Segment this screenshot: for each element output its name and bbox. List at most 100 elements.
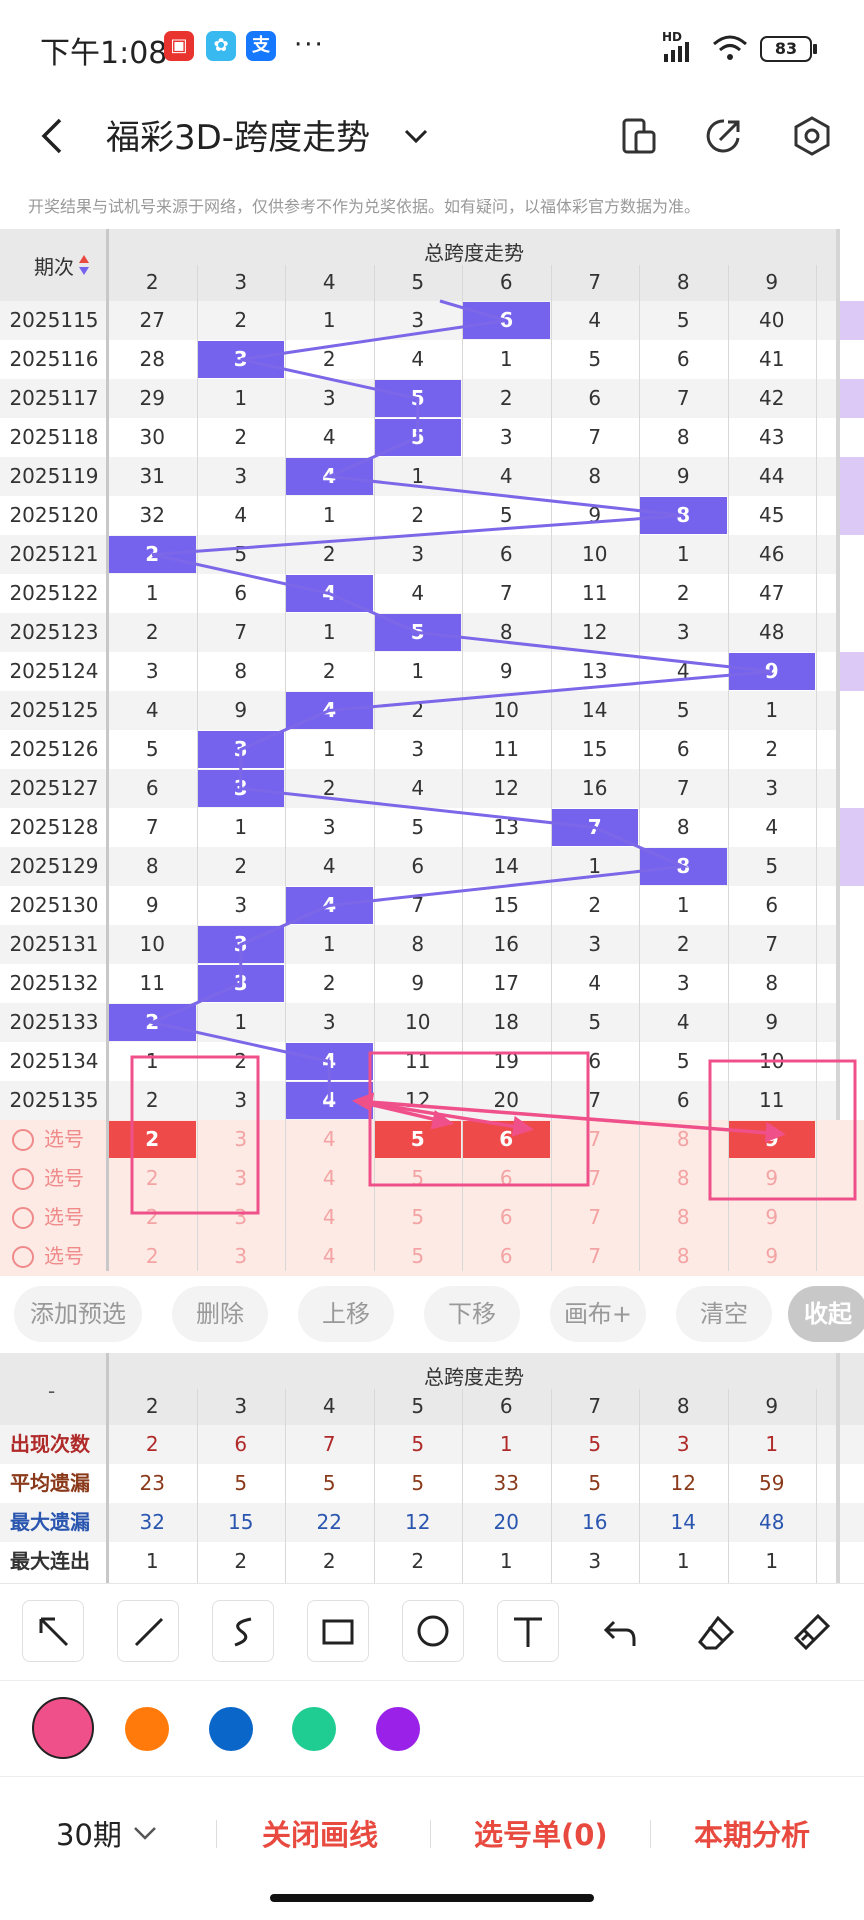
omission-cell[interactable]: 28: [109, 341, 196, 378]
omission-cell[interactable]: 8: [640, 809, 727, 846]
omission-cell[interactable]: 6: [375, 848, 462, 885]
omission-cell[interactable]: 6: [463, 536, 550, 573]
omission-cell[interactable]: 3: [286, 380, 373, 417]
swatch-blue[interactable]: [209, 1707, 253, 1751]
omission-cell[interactable]: 5: [552, 1004, 639, 1041]
omission-cell[interactable]: 19: [463, 1043, 550, 1080]
hit-cell[interactable]: 6: [463, 302, 550, 339]
omission-cell[interactable]: 2: [375, 497, 462, 534]
omission-cell[interactable]: 4: [640, 1004, 727, 1041]
pick-cell[interactable]: 6: [463, 1199, 550, 1236]
pick-cell[interactable]: 5: [375, 1238, 462, 1275]
pick-radio-icon[interactable]: [12, 1246, 34, 1268]
omission-cell[interactable]: 10: [552, 536, 639, 573]
page-title[interactable]: 福彩3D-跨度走势: [106, 110, 370, 159]
omission-cell[interactable]: 8: [640, 419, 727, 456]
omission-cell[interactable]: 9: [375, 965, 462, 1002]
omission-cell[interactable]: 1: [109, 575, 196, 612]
omission-cell[interactable]: 8: [109, 848, 196, 885]
omission-cell[interactable]: 14: [463, 848, 550, 885]
omission-cell[interactable]: 48: [729, 614, 816, 651]
omission-cell[interactable]: 45: [729, 497, 816, 534]
hit-cell[interactable]: 9: [728, 653, 815, 690]
omission-cell[interactable]: 1: [640, 887, 727, 924]
pick-cell[interactable]: 5: [375, 1199, 462, 1236]
omission-cell[interactable]: 3: [198, 458, 285, 495]
hit-cell[interactable]: 7: [551, 809, 638, 846]
omission-cell[interactable]: 47: [729, 575, 816, 612]
settings-icon[interactable]: [790, 114, 834, 158]
omission-cell[interactable]: 12: [463, 770, 550, 807]
omission-cell[interactable]: 7: [640, 770, 727, 807]
hit-cell[interactable]: 5: [374, 614, 461, 651]
omission-cell[interactable]: 2: [640, 575, 727, 612]
omission-cell[interactable]: 3: [463, 419, 550, 456]
text-icon[interactable]: [497, 1600, 559, 1662]
omission-cell[interactable]: 4: [552, 302, 639, 339]
omission-cell[interactable]: 4: [729, 809, 816, 846]
omission-cell[interactable]: 3: [286, 809, 373, 846]
omission-cell[interactable]: 7: [463, 575, 550, 612]
omission-cell[interactable]: 12: [375, 1082, 462, 1119]
omission-cell[interactable]: 5: [552, 341, 639, 378]
omission-cell[interactable]: 46: [729, 536, 816, 573]
pick-cell[interactable]: 4: [286, 1160, 373, 1197]
omission-cell[interactable]: 8: [463, 614, 550, 651]
swatch-orange[interactable]: [125, 1707, 169, 1751]
pick-cell[interactable]: 8: [640, 1160, 727, 1197]
omission-cell[interactable]: 4: [375, 770, 462, 807]
omission-cell[interactable]: 5: [640, 692, 727, 729]
omission-cell[interactable]: 2: [286, 965, 373, 1002]
omission-cell[interactable]: 20: [463, 1082, 550, 1119]
hit-cell[interactable]: 4: [286, 887, 373, 924]
omission-cell[interactable]: 13: [463, 809, 550, 846]
omission-cell[interactable]: 9: [109, 887, 196, 924]
omission-cell[interactable]: 1: [640, 536, 727, 573]
omission-cell[interactable]: 2: [109, 614, 196, 651]
omission-cell[interactable]: 6: [640, 341, 727, 378]
omission-cell[interactable]: 1: [729, 692, 816, 729]
pick-cell[interactable]: 3: [198, 1199, 285, 1236]
swatch-pink[interactable]: [32, 1697, 94, 1759]
split-screen-icon[interactable]: [618, 114, 662, 158]
omission-cell[interactable]: 1: [198, 809, 285, 846]
omission-cell[interactable]: 31: [109, 458, 196, 495]
omission-cell[interactable]: 3: [375, 536, 462, 573]
pick-cell-selected[interactable]: 6: [463, 1121, 550, 1158]
omission-cell[interactable]: 1: [463, 341, 550, 378]
omission-cell[interactable]: 11: [375, 1043, 462, 1080]
circle-icon[interactable]: [402, 1600, 464, 1662]
arrow-icon[interactable]: [22, 1600, 84, 1662]
omission-cell[interactable]: 6: [109, 770, 196, 807]
chevron-down-icon[interactable]: [132, 1824, 158, 1842]
pick-cell-selected[interactable]: 5: [374, 1121, 461, 1158]
omission-cell[interactable]: 10: [109, 926, 196, 963]
pick-cell[interactable]: 7: [552, 1199, 639, 1236]
pick-cell[interactable]: 5: [375, 1160, 462, 1197]
pick-cell[interactable]: 8: [640, 1199, 727, 1236]
undo-icon[interactable]: [600, 1612, 640, 1656]
omission-cell[interactable]: 9: [552, 497, 639, 534]
omission-cell[interactable]: 1: [286, 731, 373, 768]
rectangle-icon[interactable]: [307, 1600, 369, 1662]
omission-cell[interactable]: 5: [198, 536, 285, 573]
eraser-icon[interactable]: [696, 1612, 736, 1656]
analysis-button[interactable]: 本期分析: [694, 1812, 810, 1854]
delete-button[interactable]: 删除: [172, 1286, 268, 1342]
omission-cell[interactable]: 2: [729, 731, 816, 768]
omission-cell[interactable]: 2: [198, 419, 285, 456]
pick-cell[interactable]: 3: [198, 1238, 285, 1275]
omission-cell[interactable]: 7: [552, 419, 639, 456]
omission-cell[interactable]: 29: [109, 380, 196, 417]
sort-icon[interactable]: [78, 254, 90, 276]
share-icon[interactable]: [702, 114, 746, 158]
omission-cell[interactable]: 8: [729, 965, 816, 1002]
omission-cell[interactable]: 6: [198, 575, 285, 612]
omission-cell[interactable]: 2: [109, 1082, 196, 1119]
omission-cell[interactable]: 5: [463, 497, 550, 534]
pick-cell[interactable]: 3: [198, 1121, 285, 1158]
back-arrow-icon[interactable]: [32, 114, 76, 158]
omission-cell[interactable]: 4: [375, 575, 462, 612]
omission-cell[interactable]: 32: [109, 497, 196, 534]
omission-cell[interactable]: 2: [375, 692, 462, 729]
